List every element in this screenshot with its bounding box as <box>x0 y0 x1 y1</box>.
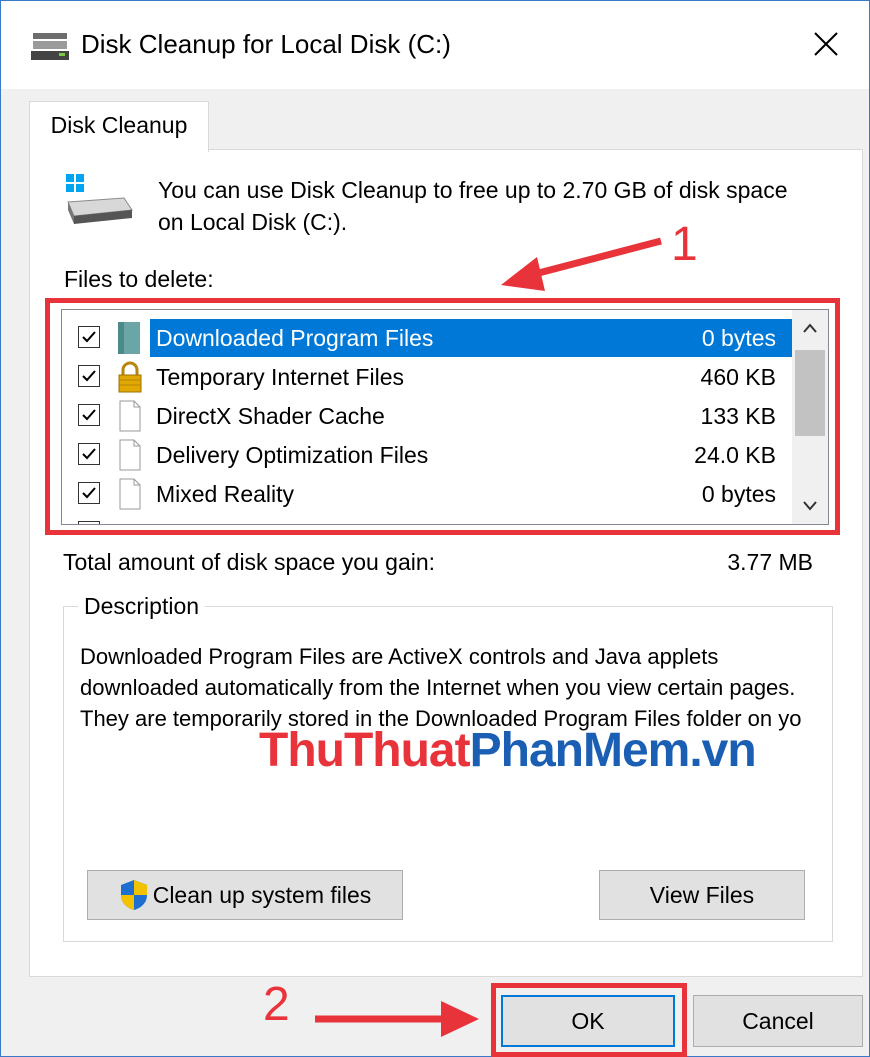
annotation-arrow-2 <box>315 1001 479 1037</box>
clean-up-system-files-label: Clean up system files <box>152 881 372 908</box>
window-title: Disk Cleanup for Local Disk (C:) <box>81 29 451 59</box>
cancel-button[interactable]: Cancel <box>693 995 863 1047</box>
annotation-step-2: 2 <box>263 978 290 1031</box>
total-gain-value: 3.77 MB <box>727 549 813 575</box>
watermark-part-2: PhanMem <box>469 724 691 777</box>
annotation-box-ok <box>491 983 687 1057</box>
watermark: ThuThuatPhanMem.vn <box>259 723 757 778</box>
title-bar: Disk Cleanup for Local Disk (C:) <box>1 1 869 89</box>
annotation-box-files <box>45 298 840 535</box>
description-text: Downloaded Program Files are ActiveX con… <box>80 644 802 731</box>
watermark-part-3: .vn <box>689 724 756 777</box>
disk-cleanup-window: Disk Cleanup for Local Disk (C:) Disk Cl… <box>0 0 870 1057</box>
close-button[interactable] <box>783 1 869 87</box>
tab-disk-cleanup[interactable]: Disk Cleanup <box>29 101 209 152</box>
view-files-button[interactable]: View Files <box>599 870 805 920</box>
disk-cleanup-icon <box>31 31 69 61</box>
watermark-part-1: ThuThuat <box>259 724 471 777</box>
description-legend: Description <box>78 593 206 620</box>
total-gain-label: Total amount of disk space you gain: <box>63 549 436 575</box>
clean-up-system-files-button[interactable]: Clean up system files <box>87 870 403 920</box>
annotation-arrow-1 <box>501 237 662 291</box>
uac-shield-icon <box>120 880 147 910</box>
files-to-delete-label: Files to delete: <box>64 266 214 292</box>
drive-icon <box>64 172 134 228</box>
close-icon <box>814 32 838 56</box>
annotation-step-1: 1 <box>671 218 698 271</box>
intro-text: You can use Disk Cleanup to free up to 2… <box>158 177 788 235</box>
